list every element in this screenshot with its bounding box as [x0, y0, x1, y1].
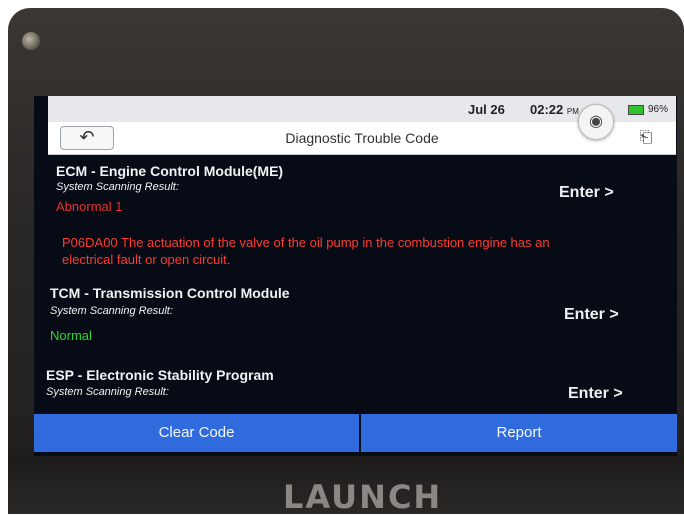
camera-icon: ◉ [589, 113, 603, 130]
module-subtitle: System Scanning Result: [56, 181, 179, 193]
fault-description: P06DA00 The actuation of the valve of th… [62, 234, 662, 268]
enter-button[interactable]: Enter > [564, 306, 619, 324]
screen: Jul 26 02:22 PM 96% ↶ Diagnostic Trouble… [34, 96, 677, 456]
exit-icon: ⎗ [639, 129, 653, 146]
screenshot-button[interactable]: ◉ [578, 104, 614, 140]
fault-line: P06DA00 The actuation of the valve of th… [62, 235, 550, 250]
module-title: ESP - Electronic Stability Program [46, 367, 274, 383]
module-subtitle: System Scanning Result: [50, 305, 173, 317]
enter-button[interactable]: Enter > [568, 385, 623, 403]
module-subtitle: System Scanning Result: [46, 386, 169, 398]
status-time-value: 02:22 [530, 102, 564, 117]
exit-button[interactable]: ⎗ [634, 127, 658, 149]
report-button[interactable]: Report [361, 414, 677, 452]
device-camera-icon [22, 32, 40, 50]
module-status: Abnormal 1 [56, 199, 123, 214]
clear-code-button[interactable]: Clear Code [34, 414, 359, 452]
status-meridiem: PM [566, 107, 579, 116]
status-date: Jul 26 [468, 102, 505, 117]
action-bar: Clear Code Report [34, 414, 677, 456]
fault-line: electrical fault or open circuit. [62, 252, 231, 267]
status-time: 02:22 PM [530, 102, 579, 117]
module-list: ECM - Engine Control Module(ME) System S… [34, 155, 677, 418]
module-title: ECM - Engine Control Module(ME) [56, 163, 284, 179]
device-brand-logo: LAUNCH [283, 478, 443, 516]
module-title: TCM - Transmission Control Module [50, 285, 290, 301]
battery-icon [628, 105, 644, 115]
module-status: Normal [50, 328, 92, 343]
battery-percent: 96% [648, 104, 669, 115]
enter-button[interactable]: Enter > [559, 184, 614, 202]
